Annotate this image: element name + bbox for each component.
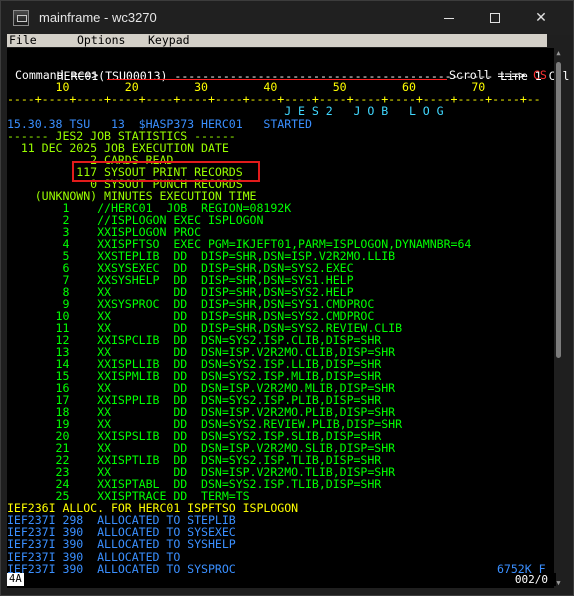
minimize-icon bbox=[444, 17, 454, 19]
maximize-icon bbox=[490, 13, 500, 23]
oia-indicator: 4A bbox=[7, 573, 24, 586]
terminal-app-icon bbox=[13, 10, 29, 26]
vertical-scrollbar[interactable]: ▲ ▼ bbox=[554, 48, 563, 588]
scrollbar-thumb[interactable] bbox=[556, 62, 561, 358]
oia-status-line: 4A 002/0 bbox=[7, 573, 556, 586]
close-button[interactable]: ✕ bbox=[518, 1, 564, 35]
cursor-position: 002/0 bbox=[514, 573, 548, 586]
highlight-annotation-box bbox=[72, 161, 260, 182]
job-log-banner: J E S 2 J O B L O G bbox=[7, 104, 444, 118]
scroll-up-arrow-icon[interactable]: ▲ bbox=[554, 48, 563, 58]
menu-bar: File Options Keypad bbox=[7, 34, 547, 47]
minimize-button[interactable] bbox=[426, 1, 472, 35]
menu-options[interactable]: Options bbox=[77, 34, 125, 47]
terminal-screen[interactable]: HERC01(TSU00013) -----------------------… bbox=[7, 48, 570, 588]
title-bar[interactable]: mainframe - wc3270 ✕ bbox=[1, 1, 573, 35]
window-title: mainframe - wc3270 bbox=[39, 10, 157, 25]
menu-file[interactable]: File bbox=[9, 34, 37, 47]
menu-keypad[interactable]: Keypad bbox=[148, 34, 190, 47]
scroll-amount-field[interactable]: CS bbox=[533, 69, 547, 82]
terminal-window: mainframe - wc3270 ✕ File Options Keypad… bbox=[0, 0, 574, 596]
maximize-button[interactable] bbox=[472, 1, 518, 35]
